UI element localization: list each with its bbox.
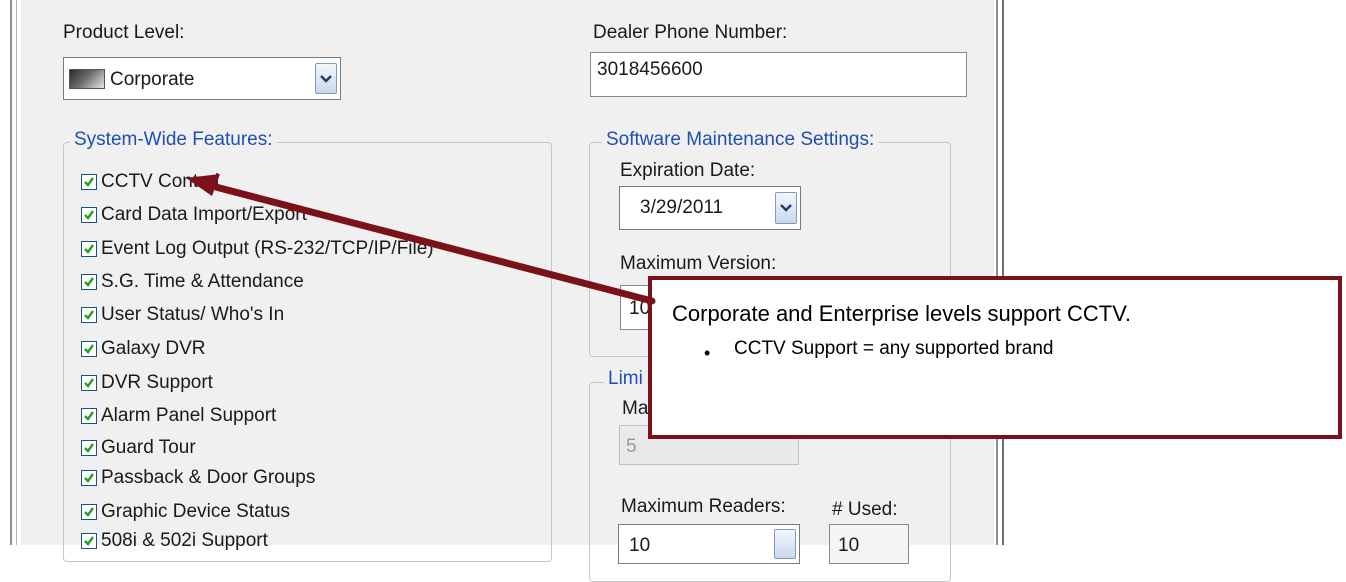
- limits-title: Limi: [604, 368, 647, 390]
- chevron-down-icon[interactable]: [315, 63, 337, 94]
- checkbox[interactable]: [81, 174, 97, 190]
- feature-checkbox-row[interactable]: CCTV Control: [81, 171, 219, 193]
- feature-label: DVR Support: [101, 372, 213, 393]
- feature-label: Event Log Output (RS-232/TCP/IP/File): [101, 238, 434, 259]
- calendar-dropdown-icon[interactable]: [775, 192, 797, 224]
- feature-label: Passback & Door Groups: [101, 467, 316, 488]
- limits-sub-label: Ma: [622, 398, 649, 419]
- expiration-date-picker[interactable]: 3/29/2011: [619, 186, 801, 230]
- feature-checkbox-row[interactable]: Event Log Output (RS-232/TCP/IP/File): [81, 238, 434, 260]
- feature-label: Alarm Panel Support: [101, 405, 277, 426]
- product-level-label: Product Level:: [63, 22, 185, 43]
- feature-checkbox-row[interactable]: DVR Support: [81, 372, 213, 394]
- maintenance-title: Software Maintenance Settings:: [602, 129, 879, 151]
- checkbox[interactable]: [81, 274, 97, 290]
- max-version-value: 10: [629, 298, 651, 319]
- checkmark-icon: [84, 277, 94, 287]
- checkmark-icon: [84, 244, 94, 254]
- used-count-value: 10: [838, 535, 860, 556]
- checkbox[interactable]: [81, 207, 97, 223]
- feature-checkbox-row[interactable]: Alarm Panel Support: [81, 405, 276, 427]
- checkbox[interactable]: [81, 408, 97, 424]
- expiration-date-label: Expiration Date:: [620, 160, 756, 181]
- product-level-value: Corporate: [110, 69, 195, 90]
- used-count-box: 10: [829, 524, 909, 564]
- callout-heading: Corporate and Enterprise levels support …: [672, 301, 1131, 326]
- feature-checkbox-row[interactable]: User Status/ Who's In: [81, 304, 284, 326]
- dealer-phone-value: 3018456600: [597, 59, 703, 80]
- checkbox[interactable]: [81, 533, 97, 549]
- checkbox[interactable]: [81, 307, 97, 323]
- checkmark-icon: [84, 210, 94, 220]
- checkmark-icon: [84, 344, 94, 354]
- feature-label: User Status/ Who's In: [101, 304, 285, 325]
- checkmark-icon: [84, 411, 94, 421]
- feature-label: Card Data Import/Export: [101, 204, 307, 225]
- left-frame-line-inner: [16, 0, 17, 545]
- dealer-phone-input[interactable]: 3018456600: [590, 52, 967, 97]
- right-frame-line: [996, 0, 998, 545]
- checkbox[interactable]: [81, 470, 97, 486]
- right-frame-line-outer: [1002, 0, 1004, 545]
- feature-checkbox-row[interactable]: Card Data Import/Export: [81, 204, 307, 226]
- max-readers-value: 10: [629, 535, 651, 556]
- feature-label: Graphic Device Status: [101, 501, 291, 522]
- feature-label: CCTV Control: [101, 171, 220, 192]
- checkbox[interactable]: [81, 241, 97, 257]
- checkmark-icon: [84, 177, 94, 187]
- feature-label: 508i & 502i Support: [101, 530, 268, 551]
- checkbox[interactable]: [81, 504, 97, 520]
- system-features-title: System-Wide Features:: [70, 129, 277, 151]
- callout-bullet: CCTV Support = any supported brand: [734, 338, 1054, 359]
- product-level-icon: [69, 69, 105, 89]
- checkbox[interactable]: [81, 440, 97, 456]
- checkbox[interactable]: [81, 375, 97, 391]
- max-readers-select[interactable]: 10: [618, 524, 800, 564]
- checkmark-icon: [84, 443, 94, 453]
- callout-box: Corporate and Enterprise levels support …: [648, 276, 1342, 439]
- max-version-label: Maximum Version:: [620, 253, 777, 274]
- checkmark-icon: [84, 473, 94, 483]
- checkmark-icon: [84, 536, 94, 546]
- used-label: # Used:: [832, 499, 898, 520]
- product-level-select[interactable]: Corporate: [63, 57, 341, 100]
- feature-label: Galaxy DVR: [101, 338, 206, 359]
- checkmark-icon: [84, 310, 94, 320]
- left-frame-line: [10, 0, 12, 545]
- max-readers-label: Maximum Readers:: [621, 496, 786, 517]
- limits-disabled-value: 5: [626, 436, 637, 457]
- feature-checkbox-row[interactable]: 508i & 502i Support: [81, 530, 268, 552]
- dealer-phone-label: Dealer Phone Number:: [593, 22, 788, 43]
- feature-label: S.G. Time & Attendance: [101, 271, 304, 292]
- expiration-date-value: 3/29/2011: [640, 197, 724, 218]
- max-readers-dropdown-icon[interactable]: [774, 529, 796, 559]
- checkbox[interactable]: [81, 341, 97, 357]
- bullet-dot: •: [704, 343, 711, 363]
- feature-checkbox-row[interactable]: Graphic Device Status: [81, 501, 290, 523]
- feature-label: Guard Tour: [101, 437, 196, 458]
- feature-checkbox-row[interactable]: Passback & Door Groups: [81, 467, 315, 489]
- feature-checkbox-row[interactable]: S.G. Time & Attendance: [81, 271, 304, 293]
- checkmark-icon: [84, 507, 94, 517]
- feature-checkbox-row[interactable]: Guard Tour: [81, 437, 196, 459]
- feature-checkbox-row[interactable]: Galaxy DVR: [81, 338, 206, 360]
- checkmark-icon: [84, 378, 94, 388]
